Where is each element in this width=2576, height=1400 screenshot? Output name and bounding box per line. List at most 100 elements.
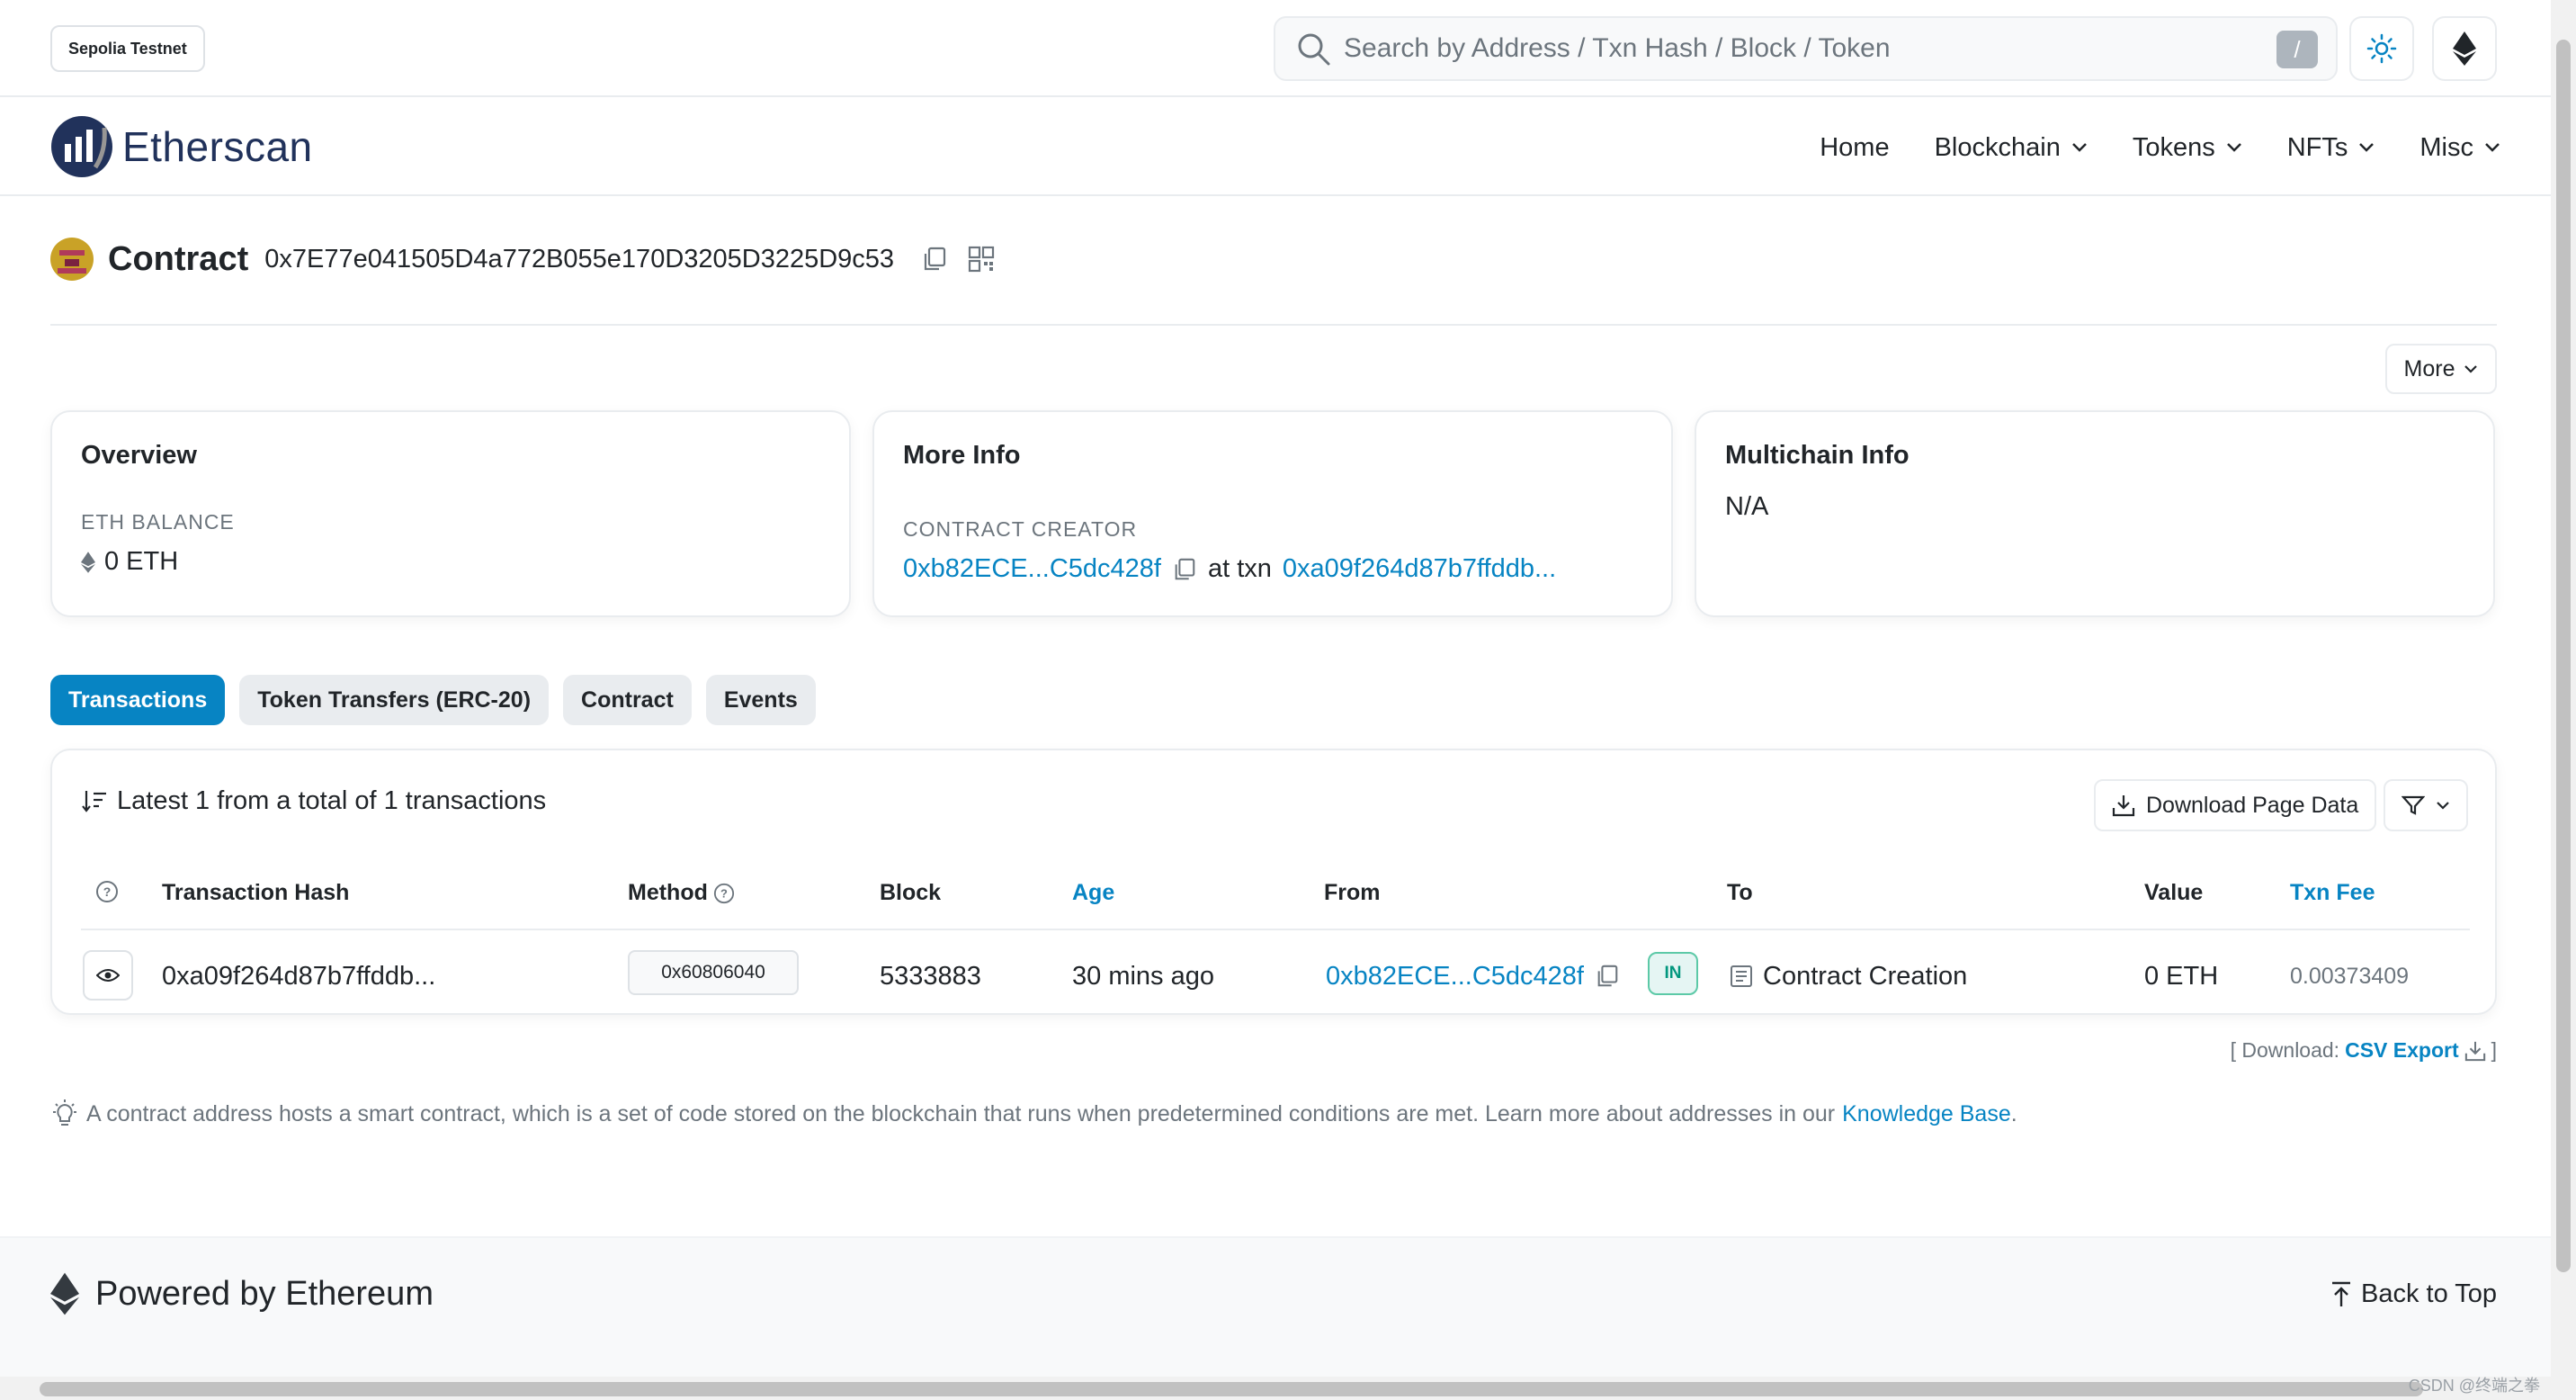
search-icon <box>1298 33 1330 66</box>
header-age[interactable]: Age <box>1072 880 1114 906</box>
nav-menu: Home Blockchain Tokens NFTs Misc <box>1775 99 2500 196</box>
direction-badge: IN <box>1648 952 1698 995</box>
search-input[interactable] <box>1344 33 2243 64</box>
chevron-down-icon <box>2437 802 2449 810</box>
watermark: CSDN @终端之拳 <box>2408 1377 2540 1395</box>
footer-brand: Powered by Ethereum <box>50 1270 434 1317</box>
nav-blockchain[interactable]: Blockchain <box>1935 133 2088 163</box>
multichain-info-card: Multichain Info N/A <box>1695 410 2495 617</box>
nav-home[interactable]: Home <box>1820 133 1889 163</box>
top-bar: Sepolia Testnet / <box>0 0 2551 97</box>
nav-blockchain-label: Blockchain <box>1934 132 2061 162</box>
divider <box>50 324 2497 326</box>
chevron-down-icon <box>2359 143 2375 152</box>
eth-balance-value: 0 ETH <box>81 547 820 577</box>
chevron-down-icon <box>2226 143 2241 152</box>
question-circle-icon[interactable]: ? <box>713 883 735 904</box>
sun-icon <box>2366 33 2397 64</box>
from-cell: 0xb82ECE...C5dc428f <box>1326 954 1620 999</box>
horizontal-scrollbar[interactable] <box>0 1377 2576 1400</box>
download-page-data-button[interactable]: Download Page Data <box>2094 779 2377 831</box>
back-to-top-label: Back to Top <box>2360 1279 2497 1308</box>
nav-nfts[interactable]: NFTs <box>2287 133 2375 163</box>
header-method-label: Method <box>628 880 708 905</box>
knowledge-base-link[interactable]: Knowledge Base <box>1842 1101 2011 1127</box>
block-link[interactable]: 5333883 <box>880 954 981 999</box>
header-to: To <box>1727 880 1753 905</box>
txn-hash-link[interactable]: 0xa09f264d87b7ffddb... <box>162 954 435 999</box>
download-csv-line: [ Download: CSV Export ] <box>2231 1038 2497 1063</box>
multichain-info-title: Multichain Info <box>1725 441 1910 470</box>
etherscan-logo[interactable]: Etherscan <box>50 115 313 178</box>
network-badge[interactable]: Sepolia Testnet <box>50 25 205 72</box>
etherscan-logo-icon <box>51 116 112 177</box>
multichain-info-value: N/A <box>1725 492 1769 521</box>
table-summary: Latest 1 from a total of 1 transactions <box>81 786 546 816</box>
lightbulb-icon <box>53 1099 76 1126</box>
nav-home-label: Home <box>1820 132 1890 162</box>
copy-icon[interactable] <box>1595 964 1620 989</box>
footer-brand-text: Powered by Ethereum <box>95 1274 434 1313</box>
header-method: Method ? <box>628 880 735 906</box>
vertical-scrollbar[interactable] <box>2551 0 2576 1377</box>
address-info-note: A contract address hosts a smart contrac… <box>50 1099 2017 1128</box>
qr-code-icon <box>968 246 995 273</box>
nav-misc[interactable]: Misc <box>2419 133 2500 163</box>
theme-toggle-button[interactable] <box>2349 16 2414 81</box>
copy-address-button[interactable] <box>921 246 948 273</box>
tab-transactions[interactable]: Transactions <box>50 675 226 725</box>
view-details-button[interactable] <box>83 950 133 1001</box>
more-dropdown-button[interactable]: More <box>2385 344 2497 394</box>
overview-card: Overview ETH BALANCE 0 ETH <box>50 410 851 617</box>
ethereum-icon <box>81 551 95 573</box>
download-suffix: ] <box>2491 1038 2497 1062</box>
help-icon[interactable]: ? <box>95 880 119 903</box>
at-txn-text: at txn <box>1207 554 1272 583</box>
nav-tokens[interactable]: Tokens <box>2133 133 2242 163</box>
contract-header: Contract 0x7E77e041505D4a772B055e170D320… <box>50 234 995 284</box>
copy-icon[interactable] <box>1172 557 1197 582</box>
eth-balance-text: 0 ETH <box>104 547 179 576</box>
back-to-top-button[interactable]: Back to Top <box>2330 1279 2497 1309</box>
network-switch-button[interactable] <box>2432 16 2497 81</box>
contract-document-icon <box>1731 965 1752 987</box>
chevron-down-icon <box>2485 143 2500 152</box>
logo-text: Etherscan <box>122 123 313 170</box>
nav-misc-label: Misc <box>2419 132 2473 162</box>
header-value: Value <box>2144 880 2204 905</box>
download-prefix: [ Download: <box>2230 1038 2340 1062</box>
nav-nfts-label: NFTs <box>2286 132 2348 162</box>
txn-age: 30 mins ago <box>1072 961 1214 991</box>
chevron-down-icon <box>2464 365 2478 373</box>
more-button-label: More <box>2403 355 2455 381</box>
vertical-scrollbar-thumb[interactable] <box>2556 40 2571 1272</box>
qr-code-button[interactable] <box>968 246 995 273</box>
sort-descending-icon <box>82 790 106 812</box>
svg-text:?: ? <box>720 886 728 900</box>
creation-txn-link[interactable]: 0xa09f264d87b7ffddb... <box>1283 554 1556 584</box>
svg-text:?: ? <box>103 884 112 899</box>
overview-title: Overview <box>81 441 197 470</box>
tab-contract[interactable]: Contract <box>563 675 692 725</box>
contract-creator-label: CONTRACT CREATOR <box>903 517 1138 541</box>
contract-avatar-icon <box>50 238 94 281</box>
header-txn-fee[interactable]: Txn Fee <box>2290 880 2375 906</box>
from-address-link[interactable]: 0xb82ECE...C5dc428f <box>1326 962 1584 992</box>
download-icon <box>2112 795 2135 817</box>
creator-address-link[interactable]: 0xb82ECE...C5dc428f <box>903 554 1161 584</box>
main-navbar: Etherscan Home Blockchain Tokens NFTs Mi… <box>0 99 2551 196</box>
filter-dropdown-button[interactable] <box>2384 779 2468 831</box>
csv-export-link[interactable]: CSV Export <box>2345 1038 2459 1063</box>
tab-events[interactable]: Events <box>705 675 816 725</box>
search-box[interactable]: / <box>1274 16 2338 81</box>
to-value: Contract Creation <box>1763 961 1968 991</box>
header-block: Block <box>880 880 942 905</box>
tab-token-transfers[interactable]: Token Transfers (ERC-20) <box>239 675 550 725</box>
download-icon[interactable] <box>2464 1040 2486 1062</box>
ethereum-icon <box>50 1272 79 1315</box>
horizontal-scrollbar-thumb[interactable] <box>40 1382 2423 1396</box>
page: Sepolia Testnet / <box>0 0 2551 1380</box>
filter-icon <box>2402 795 2425 815</box>
search-shortcut-key: / <box>2276 31 2318 68</box>
nav-tokens-label: Tokens <box>2132 132 2215 162</box>
